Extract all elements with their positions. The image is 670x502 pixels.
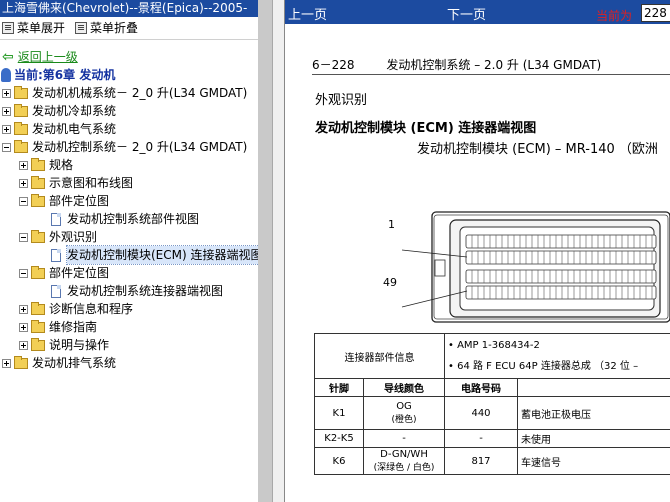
collapse-menu-button[interactable]: 菜单折叠 <box>75 17 138 39</box>
expand-toggle-icon[interactable] <box>19 160 28 170</box>
document-viewer: 上一页 下一页 当前为 <box>284 0 670 502</box>
tree-item-label-selected: 发动机控制模块(ECM) 连接器端视图 <box>66 245 258 265</box>
expand-toggle-icon[interactable] <box>19 304 28 314</box>
menu-expand-icon <box>2 22 14 34</box>
current-chapter: 当前:第6章 发动机 <box>0 66 258 84</box>
tree-item-label: 发动机控制系统－ 2_0 升(L34 GMDAT) <box>32 140 248 154</box>
current-page-input[interactable] <box>641 4 670 22</box>
tree-item-label: 说明与操作 <box>49 338 110 352</box>
folder-icon <box>31 157 45 171</box>
collapse-toggle-icon[interactable] <box>19 268 28 278</box>
back-link-row[interactable]: ⇦ 返回上一级 <box>0 48 258 66</box>
expand-menu-button[interactable]: 菜单展开 <box>2 17 65 39</box>
collapse-toggle-icon[interactable] <box>19 232 28 242</box>
back-arrow-icon: ⇦ <box>2 49 14 65</box>
menu-collapse-icon <box>75 22 88 34</box>
document-icon <box>51 212 61 226</box>
window-title: 上海雪佛来(Chevrolet)--景程(Epica)--2005- <box>0 0 258 17</box>
expand-toggle-icon[interactable] <box>2 124 11 134</box>
current-page-label: 当前为 <box>596 9 633 23</box>
tree-item-description[interactable]: 说明与操作 <box>0 336 258 354</box>
expand-toggle-icon[interactable] <box>2 358 11 368</box>
tree-item-component-locator[interactable]: 部件定位图 <box>0 192 258 210</box>
panel-splitter[interactable] <box>258 0 272 502</box>
back-link[interactable]: 返回上一级 <box>18 48 78 66</box>
tree-item-ecm-connector[interactable]: 发动机控制模块(ECM) 连接器端视图 <box>0 245 258 265</box>
tree-item-label: 发动机控制系统部件视图 <box>67 212 200 226</box>
tree-item-label: 发动机机械系统－ 2_0 升(L34 GMDAT) <box>32 86 248 100</box>
open-folder-icon <box>31 193 45 207</box>
prev-page-button[interactable]: 上一页 <box>288 4 327 23</box>
tree-item-label: 发动机冷却系统 <box>32 104 117 118</box>
folder-icon <box>14 85 28 99</box>
tree-item-engine-mechanical[interactable]: 发动机机械系统－ 2_0 升(L34 GMDAT) <box>0 84 258 102</box>
tree-item-label: 发动机电气系统 <box>32 122 117 136</box>
page-navigation-bar: 上一页 下一页 当前为 <box>285 0 670 24</box>
tree-item-connector-views[interactable]: 发动机控制系统连接器端视图 <box>0 282 258 300</box>
folder-icon <box>31 175 45 189</box>
left-panel: 上海雪佛来(Chevrolet)--景程(Epica)--2005- 菜单展开 … <box>0 0 258 502</box>
tree-item-label: 外观识别 <box>49 230 98 244</box>
folder-icon <box>31 337 45 351</box>
tree-item-label: 规格 <box>49 158 74 172</box>
tree-item-engine-cooling[interactable]: 发动机冷却系统 <box>0 102 258 120</box>
expand-toggle-icon[interactable] <box>19 322 28 332</box>
document-icon <box>51 248 61 262</box>
tree-item-engine-electrical[interactable]: 发动机电气系统 <box>0 120 258 138</box>
tree-item-label: 维修指南 <box>49 320 98 334</box>
tree-item-label: 部件定位图 <box>49 266 110 280</box>
tree-item-schematics[interactable]: 示意图和布线图 <box>0 174 258 192</box>
next-page-button[interactable]: 下一页 <box>447 4 486 23</box>
open-folder-icon <box>31 265 45 279</box>
open-folder-icon <box>31 229 45 243</box>
tree-item-label: 示意图和布线图 <box>49 176 134 190</box>
open-folder-icon <box>14 139 28 153</box>
current-location-icon <box>1 68 11 82</box>
tree-item-appearance[interactable]: 外观识别 <box>0 228 258 246</box>
expand-toggle-icon[interactable] <box>19 178 28 188</box>
folder-icon <box>31 301 45 315</box>
current-chapter-label: 当前:第6章 发动机 <box>14 68 116 82</box>
collapse-toggle-icon[interactable] <box>2 142 11 152</box>
expand-toggle-icon[interactable] <box>2 88 11 98</box>
expand-toggle-icon[interactable] <box>19 340 28 350</box>
tree-item-label: 部件定位图 <box>49 194 110 208</box>
tree-item-specs[interactable]: 规格 <box>0 156 258 174</box>
document-icon <box>51 284 61 298</box>
collapse-menu-label: 菜单折叠 <box>90 21 139 35</box>
menu-toolbar: 菜单展开 菜单折叠 <box>0 17 258 40</box>
tree-item-label: 发动机控制系统连接器端视图 <box>67 284 224 298</box>
tree-item-engine-exhaust[interactable]: 发动机排气系统 <box>0 354 258 372</box>
tree-item-repair[interactable]: 维修指南 <box>0 318 258 336</box>
collapse-toggle-icon[interactable] <box>19 196 28 206</box>
expand-toggle-icon[interactable] <box>2 106 11 116</box>
folder-icon <box>31 319 45 333</box>
tree-item-label: 诊断信息和程序 <box>49 302 134 316</box>
expand-menu-label: 菜单展开 <box>17 21 66 35</box>
tree-item-label: 发动机排气系统 <box>32 356 117 370</box>
tree-item-diagnostics[interactable]: 诊断信息和程序 <box>0 300 258 318</box>
tree-item-component-views[interactable]: 发动机控制系统部件视图 <box>0 210 258 228</box>
folder-icon <box>14 355 28 369</box>
folder-icon <box>14 103 28 117</box>
tree-item-component-locator-2[interactable]: 部件定位图 <box>0 264 258 282</box>
tree-item-engine-control[interactable]: 发动机控制系统－ 2_0 升(L34 GMDAT) <box>0 138 258 156</box>
folder-icon <box>14 121 28 135</box>
navigation-tree: ⇦ 返回上一级 当前:第6章 发动机 发动机机械系统－ 2_0 升(L34 GM… <box>0 40 258 372</box>
splitter-gutter <box>272 0 284 502</box>
